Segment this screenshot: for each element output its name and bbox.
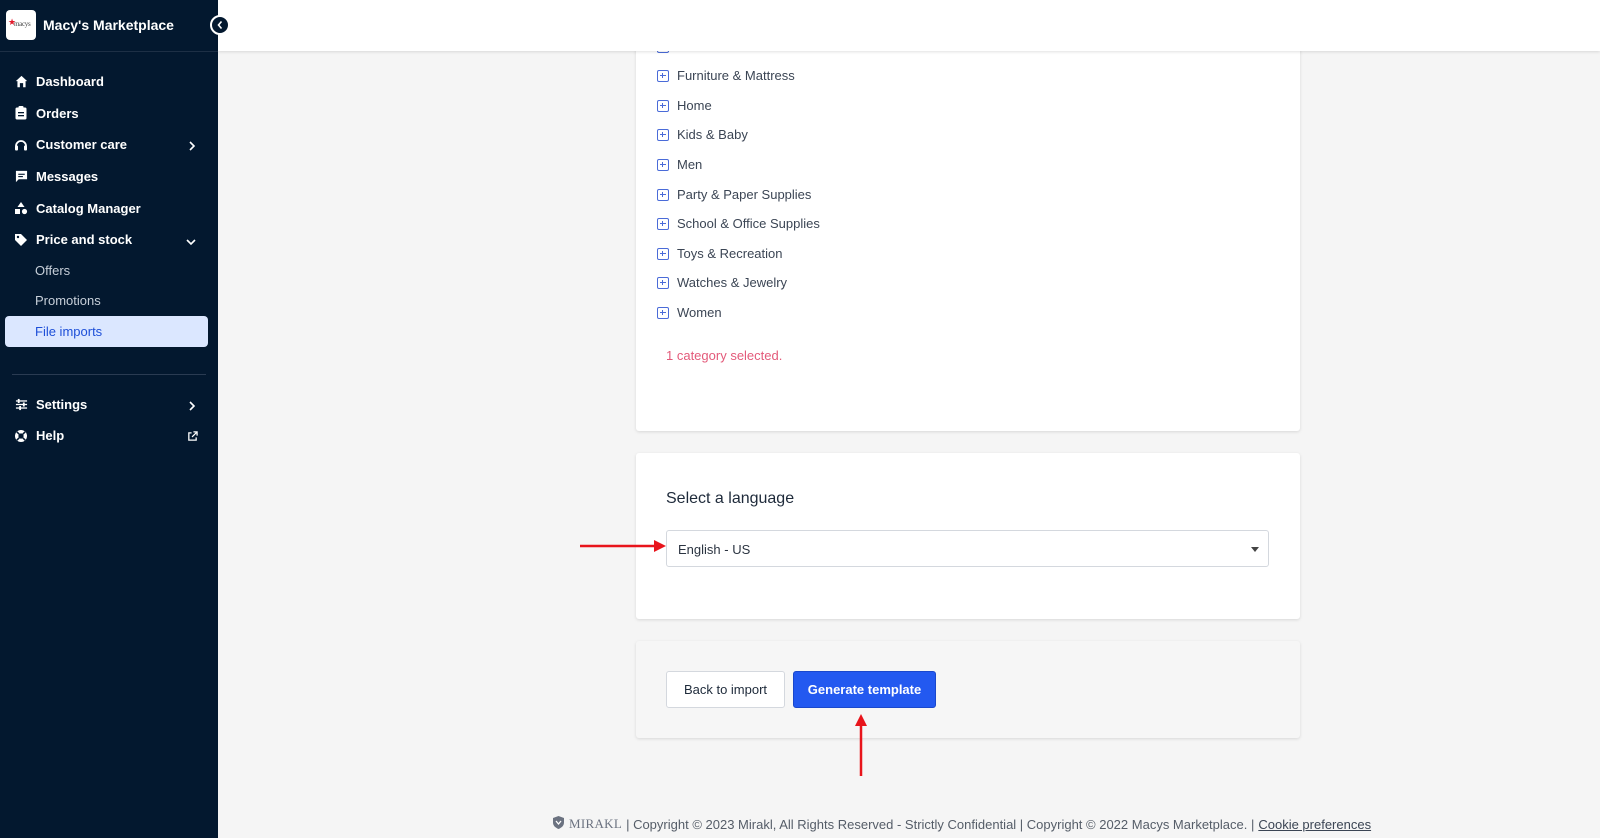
sidebar-item-orders[interactable]: Orders xyxy=(0,98,218,130)
expand-plus-icon[interactable] xyxy=(657,128,669,141)
tag-icon xyxy=(14,233,28,247)
brand-name[interactable]: Macy's Marketplace xyxy=(43,17,174,33)
brand-header: ★ macys Macy's Marketplace xyxy=(0,0,218,52)
sidebar-item-label: Help xyxy=(36,428,65,444)
category-item-party-paper[interactable]: Party & Paper Supplies xyxy=(657,187,811,202)
sidebar-item-help[interactable]: Help xyxy=(0,420,218,452)
sidebar-item-label: Settings xyxy=(36,396,88,412)
home-icon xyxy=(14,75,28,89)
sidebar: ★ macys Macy's Marketplace Dashboard Ord… xyxy=(0,0,218,838)
caret-down-icon xyxy=(1251,547,1259,552)
category-item-women[interactable]: Women xyxy=(657,305,722,320)
expand-plus-icon[interactable] xyxy=(657,69,669,82)
category-item-toys-recreation[interactable]: Toys & Recreation xyxy=(657,246,783,261)
category-item-men[interactable]: Men xyxy=(657,157,702,172)
sidebar-item-label: Price and stock xyxy=(36,232,133,248)
expand-plus-icon[interactable] xyxy=(657,276,669,289)
category-label: Home xyxy=(677,98,712,113)
chevron-right-icon xyxy=(188,399,196,414)
category-item-school-office[interactable]: School & Office Supplies xyxy=(657,216,820,231)
expand-plus-icon[interactable] xyxy=(657,99,669,112)
category-selected-note: 1 category selected. xyxy=(666,348,783,363)
mirakl-shield-icon xyxy=(552,815,565,833)
expand-plus-icon[interactable] xyxy=(657,188,669,201)
cookie-preferences-link[interactable]: Cookie preferences xyxy=(1258,817,1371,832)
expand-plus-icon[interactable] xyxy=(657,306,669,319)
category-label: Toys & Recreation xyxy=(677,246,783,261)
macys-logo[interactable]: ★ macys xyxy=(6,10,36,40)
footer: MIRAKL | Copyright © 2023 Mirakl, All Ri… xyxy=(552,815,1371,833)
category-item-furniture-mattress[interactable]: Furniture & Mattress xyxy=(657,68,795,83)
chevron-left-icon xyxy=(217,20,223,30)
language-select[interactable]: English - US xyxy=(666,530,1269,567)
shapes-icon xyxy=(14,201,28,215)
sidebar-subitem-file-imports[interactable]: File imports xyxy=(5,315,208,347)
message-icon xyxy=(14,170,28,184)
category-label: Men xyxy=(677,157,703,172)
footer-copyright: | Copyright © 2023 Mirakl, All Rights Re… xyxy=(626,816,1255,832)
sidebar-item-settings[interactable]: Settings xyxy=(0,389,218,421)
nav-divider xyxy=(12,373,206,375)
annotation-arrow-right xyxy=(580,540,666,552)
sidebar-item-customer-care[interactable]: Customer care xyxy=(0,129,218,161)
sidebar-item-label: Catalog Manager xyxy=(36,200,141,216)
sidebar-item-label: Customer care xyxy=(36,137,128,153)
sidebar-item-label: Orders xyxy=(36,105,79,121)
lifebuoy-icon xyxy=(14,429,28,443)
categories-card: Electronics Furniture & Mattress Home Ki… xyxy=(636,30,1300,431)
expand-plus-icon[interactable] xyxy=(657,158,669,171)
category-label: Furniture & Mattress xyxy=(677,68,795,83)
actions-card: Back to import Generate template xyxy=(636,641,1300,738)
main-nav: Dashboard Orders Customer care Messages xyxy=(0,66,218,452)
sidebar-item-messages[interactable]: Messages xyxy=(0,161,218,193)
category-item-home[interactable]: Home xyxy=(657,98,712,113)
sidebar-subitem-offers[interactable]: Offers xyxy=(0,256,218,286)
external-link-icon xyxy=(187,430,198,445)
collapse-sidebar-button[interactable] xyxy=(210,15,230,35)
language-card: Select a language English - US xyxy=(636,453,1300,619)
sidebar-item-label: Dashboard xyxy=(36,74,104,90)
annotation-arrow-up xyxy=(855,714,867,776)
mirakl-logo-text: MIRAKL xyxy=(569,816,623,831)
sidebar-item-label: Messages xyxy=(36,169,99,185)
top-bar xyxy=(218,0,1600,51)
sidebar-item-catalog-manager[interactable]: Catalog Manager xyxy=(0,192,218,224)
category-label: Party & Paper Supplies xyxy=(677,187,812,202)
category-label: Kids & Baby xyxy=(677,127,748,142)
chevron-down-icon xyxy=(186,234,196,249)
expand-plus-icon[interactable] xyxy=(657,247,669,260)
back-to-import-button[interactable]: Back to import xyxy=(666,671,785,708)
language-section-title: Select a language xyxy=(666,490,795,507)
sliders-icon xyxy=(14,397,28,411)
sidebar-subitem-promotions[interactable]: Promotions xyxy=(0,286,218,316)
headset-icon xyxy=(14,138,28,152)
chevron-right-icon xyxy=(188,139,196,154)
generate-template-button[interactable]: Generate template xyxy=(793,671,936,708)
sidebar-item-dashboard[interactable]: Dashboard xyxy=(0,66,218,98)
category-item-watches-jewelry[interactable]: Watches & Jewelry xyxy=(657,275,787,290)
category-label: Watches & Jewelry xyxy=(677,275,788,290)
language-selected-value: English - US xyxy=(678,542,751,557)
clipboard-icon xyxy=(14,106,28,120)
category-label: Women xyxy=(677,305,722,320)
category-label: School & Office Supplies xyxy=(677,216,820,231)
category-item-kids-baby[interactable]: Kids & Baby xyxy=(657,127,748,142)
expand-plus-icon[interactable] xyxy=(657,217,669,230)
sidebar-item-price-and-stock[interactable]: Price and stock xyxy=(0,224,218,256)
